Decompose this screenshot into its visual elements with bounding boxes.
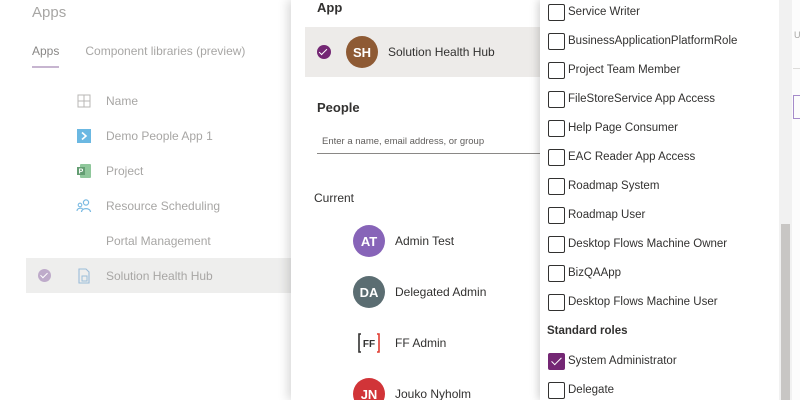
avatar: AT bbox=[353, 225, 385, 257]
app-section-heading: App bbox=[317, 0, 343, 15]
role-label: Service Writer bbox=[568, 6, 640, 18]
role-label: BusinessApplicationPlatformRole bbox=[568, 35, 738, 47]
role-option-system-administrator[interactable]: System Administrator bbox=[548, 350, 677, 372]
role-option[interactable]: FileStoreService App Access bbox=[548, 88, 715, 110]
role-checkbox[interactable] bbox=[548, 90, 565, 108]
role-option[interactable]: Desktop Flows Machine User bbox=[548, 291, 718, 313]
current-person-item[interactable]: AT Admin Test bbox=[353, 224, 454, 258]
role-checkbox[interactable] bbox=[548, 148, 565, 166]
app-avatar: SH bbox=[346, 36, 378, 68]
role-checkbox[interactable] bbox=[548, 61, 565, 79]
ff-logo-icon: FF bbox=[353, 327, 385, 359]
role-label: BizQAApp bbox=[568, 267, 622, 279]
role-checkbox[interactable] bbox=[548, 177, 565, 195]
role-label: Project Team Member bbox=[568, 64, 681, 76]
role-checkbox[interactable] bbox=[548, 206, 565, 224]
role-checkbox[interactable] bbox=[548, 293, 565, 311]
role-checkbox[interactable] bbox=[548, 3, 565, 21]
role-option[interactable]: Project Team Member bbox=[548, 59, 680, 81]
roles-scrollbar[interactable] bbox=[779, 0, 792, 400]
current-person-item[interactable]: FF FF Admin bbox=[353, 326, 446, 360]
role-checkbox-checked[interactable] bbox=[548, 352, 565, 370]
role-label: Roadmap User bbox=[568, 209, 646, 221]
security-roles-dropdown: Service Writer BusinessApplicationPlatfo… bbox=[540, 0, 779, 400]
role-label: Roadmap System bbox=[568, 180, 660, 192]
role-option[interactable]: Help Page Consumer bbox=[548, 117, 678, 139]
selected-app-name: Solution Health Hub bbox=[388, 45, 495, 59]
person-name: FF Admin bbox=[395, 336, 447, 350]
role-checkbox[interactable] bbox=[548, 381, 565, 399]
role-checkbox[interactable] bbox=[548, 264, 565, 282]
role-label: EAC Reader App Access bbox=[568, 151, 696, 163]
role-label: Desktop Flows Machine User bbox=[568, 296, 718, 308]
role-option[interactable]: Roadmap User bbox=[548, 204, 645, 226]
role-option[interactable]: Service Writer bbox=[548, 1, 640, 23]
people-section-heading: People bbox=[317, 100, 360, 115]
standard-roles-heading: Standard roles bbox=[547, 325, 628, 337]
person-name: Delegated Admin bbox=[395, 285, 487, 299]
role-option-delegate[interactable]: Delegate bbox=[548, 379, 614, 400]
role-checkbox[interactable] bbox=[548, 32, 565, 50]
ff-logo-text: FF bbox=[363, 339, 375, 350]
role-option[interactable]: EAC Reader App Access bbox=[548, 146, 695, 168]
selected-app-row[interactable]: SH Solution Health Hub bbox=[305, 27, 541, 77]
avatar: DA bbox=[353, 276, 385, 308]
role-checkbox[interactable] bbox=[548, 235, 565, 253]
role-option[interactable]: BizQAApp bbox=[548, 262, 621, 284]
person-name: Admin Test bbox=[395, 234, 455, 248]
role-option[interactable]: BusinessApplicationPlatformRole bbox=[548, 30, 737, 52]
person-name: Jouko Nyholm bbox=[395, 387, 472, 400]
current-person-item[interactable]: DA Delegated Admin bbox=[353, 275, 486, 309]
role-label: System Administrator bbox=[568, 355, 677, 367]
role-option[interactable]: Roadmap System bbox=[548, 175, 659, 197]
current-section-heading: Current bbox=[314, 191, 355, 205]
scrollbar-thumb[interactable] bbox=[781, 224, 790, 400]
current-person-item[interactable]: JN Jouko Nyholm bbox=[353, 377, 471, 400]
checkmark-icon[interactable] bbox=[317, 45, 331, 59]
role-label: Desktop Flows Machine Owner bbox=[568, 238, 728, 250]
role-checkbox[interactable] bbox=[548, 119, 565, 137]
role-option[interactable]: Desktop Flows Machine Owner bbox=[548, 233, 727, 255]
role-label: FileStoreService App Access bbox=[568, 93, 716, 105]
avatar: JN bbox=[353, 378, 385, 400]
role-label: Help Page Consumer bbox=[568, 122, 678, 134]
people-search-input[interactable] bbox=[317, 130, 545, 154]
role-label: Delegate bbox=[568, 384, 615, 396]
